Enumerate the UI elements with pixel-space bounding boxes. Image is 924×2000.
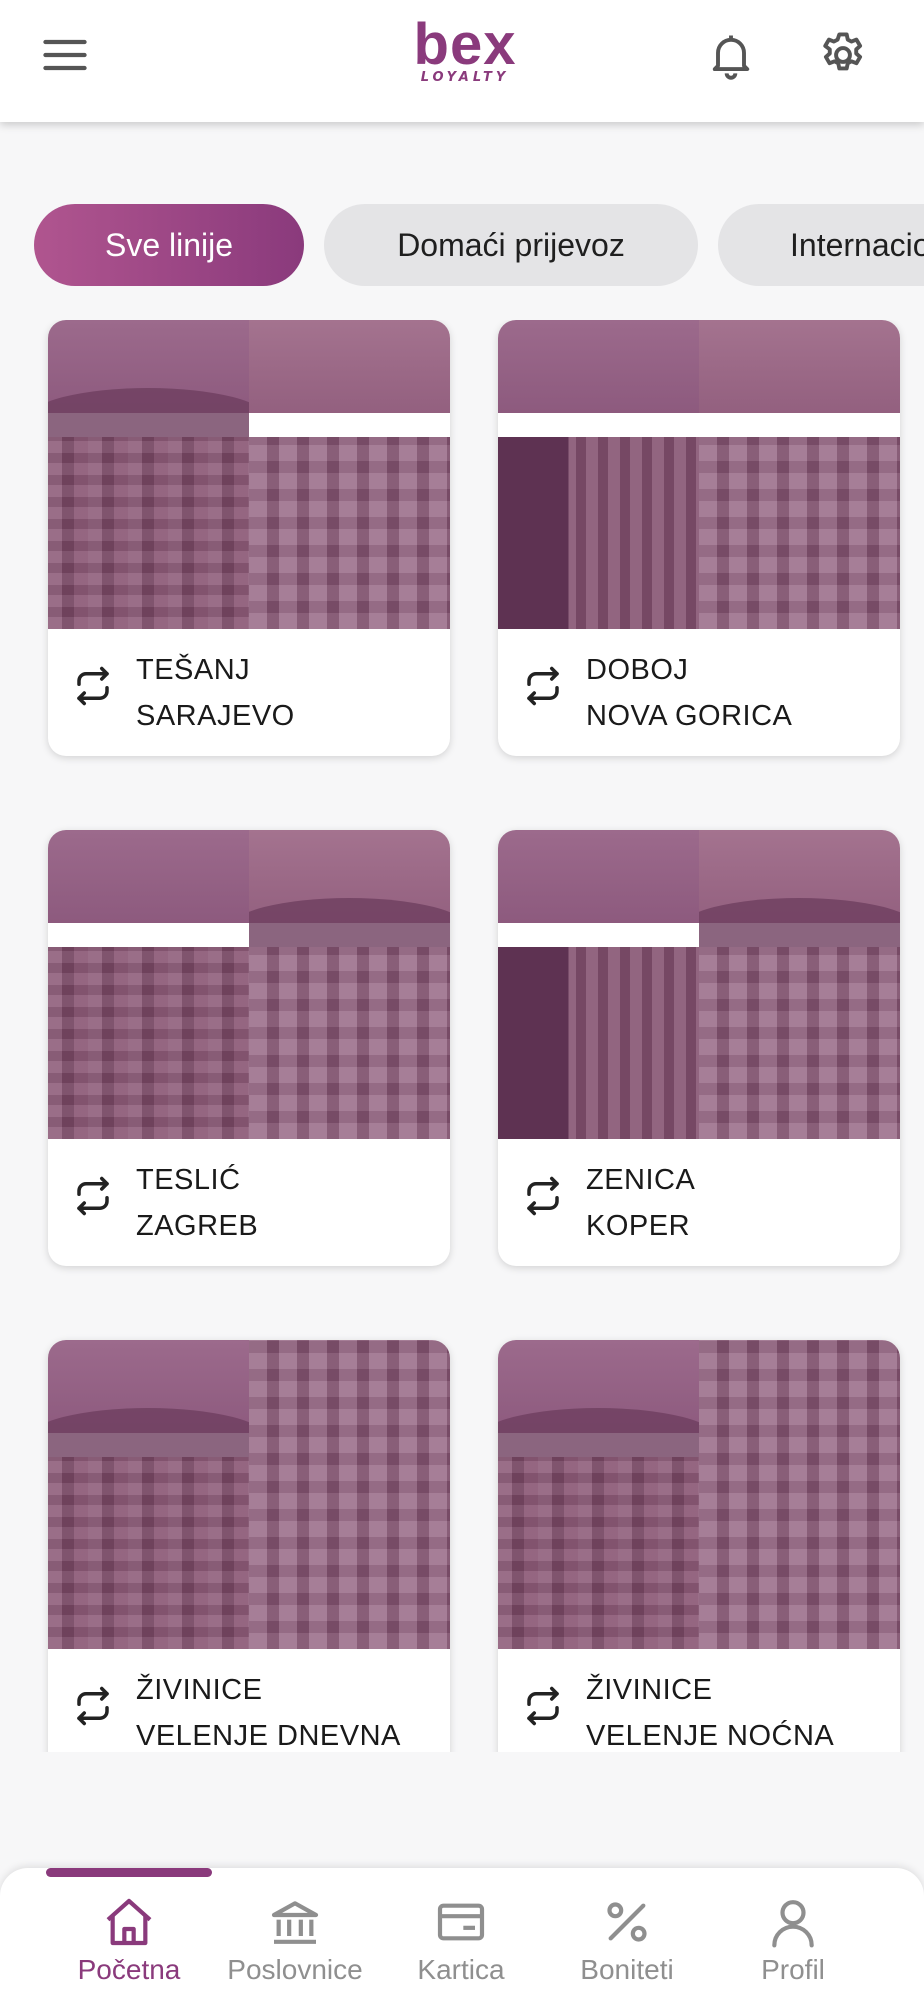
menu-icon[interactable] [32,22,98,88]
route-to: VELENJE NOĆNA [586,1720,835,1752]
filter-chip-label: Sve linije [104,226,234,263]
swap-icon [77,1686,109,1726]
nav-item-boniteti[interactable]: Boniteti [542,1894,712,1994]
route-to: KOPER [586,1210,691,1242]
filter-chip-domestic[interactable]: Domaći prijevoz [324,204,698,286]
route-from: TEŠANJ [136,654,251,686]
percent-icon [607,1902,647,1942]
nav-label: Profil [761,1954,825,1985]
route-to: NOVA GORICA [586,700,793,732]
route-card[interactable]: TESLIĆ ZAGREB [48,830,450,1266]
bank-icon [271,1901,319,1944]
active-tab-indicator [46,1868,212,1877]
route-text: ZENICA KOPER [586,1157,695,1249]
route-image [498,830,900,1139]
gear-icon[interactable] [810,22,876,88]
logo-main-text: bex [413,12,517,77]
app-header: bex LOYALTY [0,0,924,122]
nav-label: Početna [77,1954,181,1985]
route-card[interactable]: TEŠANJ SARAJEVO [48,320,450,756]
filter-chip-all[interactable]: Sve linije [34,204,304,286]
route-text: DOBOJ NOVA GORICA [586,647,792,739]
bex-logo: bex LOYALTY [380,16,550,96]
route-text: ŽIVINICE VELENJE DNEVNA [136,1667,401,1752]
route-image [498,320,900,629]
filter-chip-international[interactable]: Internacionalni prijevoz [718,204,924,286]
nav-item-kartica[interactable]: Kartica [376,1894,546,1994]
swap-icon [77,666,109,706]
route-text: TESLIĆ ZAGREB [136,1157,258,1249]
home-icon [106,1898,152,1946]
bottom-navigation: Početna Poslovnice Kartica Boniteti Prof… [0,1868,924,2000]
route-card[interactable]: DOBOJ NOVA GORICA [498,320,900,756]
route-from: ZENICA [586,1164,696,1196]
route-image [48,320,450,629]
route-grid: TEŠANJ SARAJEVO DOBOJ NOVA GORICA TESLIĆ… [0,320,924,1752]
swap-icon [77,1176,109,1216]
logo-sub-text: LOYALTY [420,70,510,85]
nav-label: Kartica [417,1954,505,1985]
route-filter-bar: Sve linije Domaći prijevoz Internacional… [0,204,924,286]
bell-icon[interactable] [698,22,764,88]
route-from: TESLIĆ [136,1164,241,1196]
swap-icon [527,1686,559,1726]
route-image [498,1340,900,1649]
route-image [48,1340,450,1649]
nav-label: Boniteti [580,1954,674,1985]
route-to: VELENJE DNEVNA [136,1720,401,1752]
filter-chip-label: Internacionalni prijevoz [790,226,924,263]
route-to: SARAJEVO [136,700,295,732]
route-to: ZAGREB [136,1210,259,1242]
route-from: ŽIVINICE [586,1674,713,1706]
nav-item-poslovnice[interactable]: Poslovnice [210,1894,380,1994]
nav-label: Poslovnice [227,1954,363,1985]
user-icon [772,1900,814,1948]
filter-chip-label: Domaći prijevoz [397,226,625,263]
card-icon [437,1903,485,1941]
route-from: DOBOJ [586,654,689,686]
swap-icon [527,666,559,706]
nav-item-pocetna[interactable]: Početna [44,1894,214,1994]
route-text: ŽIVINICE VELENJE NOĆNA [586,1667,834,1752]
route-card[interactable]: ZENICA KOPER [498,830,900,1266]
route-card[interactable]: ŽIVINICE VELENJE DNEVNA [48,1340,450,1752]
route-image [48,830,450,1139]
route-from: ŽIVINICE [136,1674,263,1706]
route-text: TEŠANJ SARAJEVO [136,647,295,739]
swap-icon [527,1176,559,1216]
nav-item-profil[interactable]: Profil [708,1894,878,1994]
route-card[interactable]: ŽIVINICE VELENJE NOĆNA [498,1340,900,1752]
